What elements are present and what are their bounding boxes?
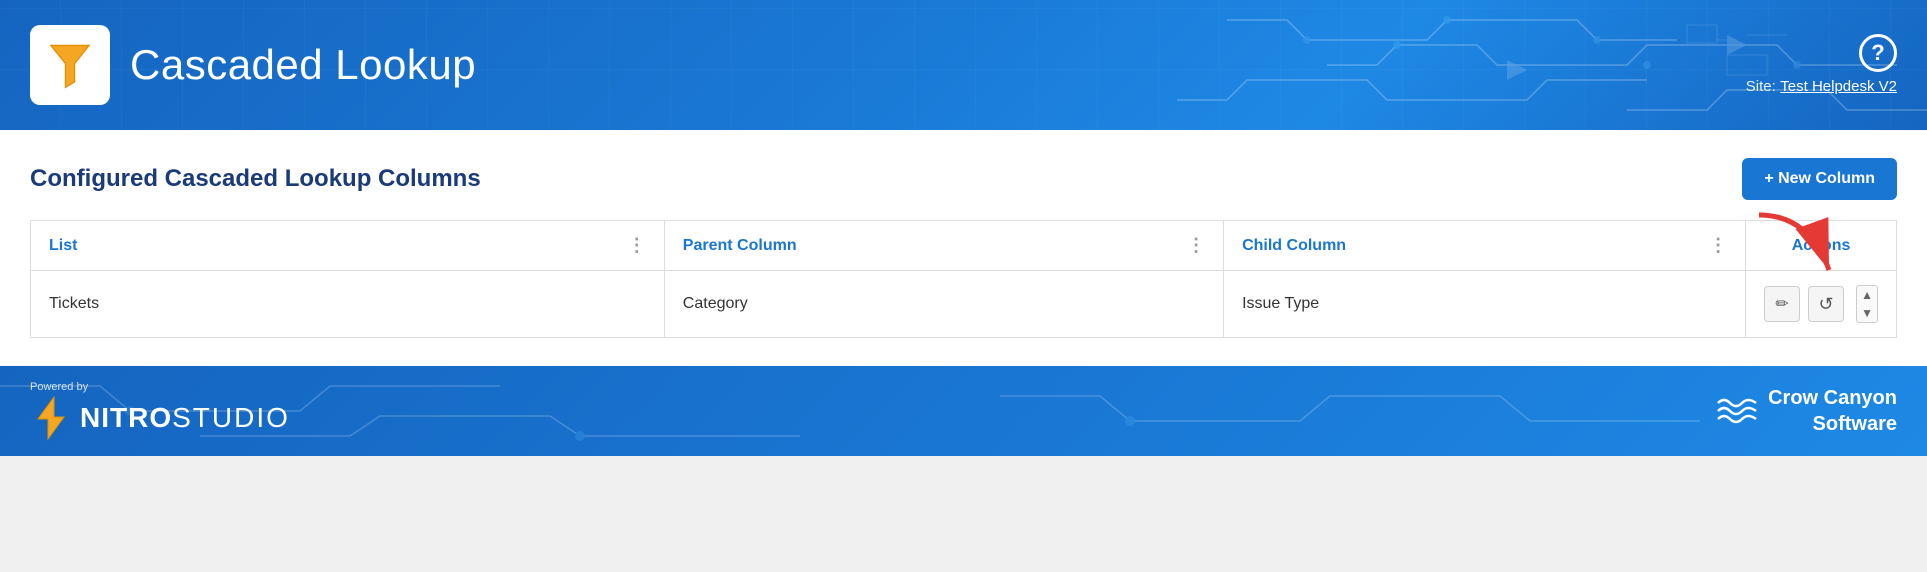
- edit-button[interactable]: ✏: [1764, 286, 1800, 322]
- table-header-row: List ⋮ Parent Column ⋮ Child Column: [31, 221, 1897, 271]
- cell-parent-column: Category: [664, 271, 1223, 338]
- section-title: Configured Cascaded Lookup Columns: [30, 165, 481, 193]
- list-col-menu[interactable]: ⋮: [620, 235, 646, 256]
- funnel-icon: [45, 40, 95, 90]
- crow-canyon-logo: Crow Canyon Software: [1716, 385, 1897, 437]
- cell-actions: ✏ ↺ ▲ ▼: [1746, 271, 1897, 338]
- table-wrapper: List ⋮ Parent Column ⋮ Child Column: [30, 220, 1897, 338]
- edit-icon: ✏: [1775, 294, 1788, 314]
- lookup-columns-table: List ⋮ Parent Column ⋮ Child Column: [30, 220, 1897, 338]
- powered-by-label: Powered by: [30, 381, 88, 394]
- nitro-studio-text: NITRO STUDIO: [80, 402, 290, 434]
- company-name: Crow Canyon Software: [1768, 385, 1897, 437]
- nitro-logo: Powered by NITRO STUDIO: [30, 381, 290, 440]
- wave-icon: [1716, 395, 1758, 427]
- table-row: Tickets Category Issue Type ✏ ↺ ▲: [31, 271, 1897, 338]
- header-right: ? Site: Test Helpdesk V2: [1746, 34, 1897, 96]
- site-link[interactable]: Test Helpdesk V2: [1780, 78, 1897, 95]
- main-content: Configured Cascaded Lookup Columns + New…: [0, 130, 1927, 366]
- cell-child-column: Issue Type: [1224, 271, 1746, 338]
- nitro-bolt-icon: [30, 395, 72, 441]
- site-info: Site: Test Helpdesk V2: [1746, 78, 1897, 96]
- page-title: Cascaded Lookup: [130, 41, 476, 89]
- refresh-button[interactable]: ↺: [1808, 286, 1844, 322]
- site-label: Site:: [1746, 78, 1776, 95]
- help-button[interactable]: ?: [1859, 34, 1897, 72]
- app-icon-box: [30, 25, 110, 105]
- new-column-button[interactable]: + New Column: [1742, 158, 1897, 200]
- scroll-down-button[interactable]: ▼: [1857, 304, 1877, 322]
- refresh-icon: ↺: [1819, 294, 1834, 315]
- scroll-up-button[interactable]: ▲: [1857, 286, 1877, 304]
- app-footer: Powered by NITRO STUDIO Crow Canyon So: [0, 366, 1927, 456]
- child-col-menu[interactable]: ⋮: [1701, 235, 1727, 256]
- cell-list: Tickets: [31, 271, 665, 338]
- app-header: Cascaded Lookup ? Site: Test Helpdesk V2: [0, 0, 1927, 130]
- col-header-actions: Actions: [1746, 221, 1897, 271]
- header-left: Cascaded Lookup: [30, 25, 476, 105]
- col-header-parent: Parent Column ⋮: [664, 221, 1223, 271]
- cc-wave-icon: [1716, 395, 1758, 427]
- parent-col-menu[interactable]: ⋮: [1179, 235, 1205, 256]
- section-header: Configured Cascaded Lookup Columns + New…: [30, 158, 1897, 200]
- col-header-child: Child Column ⋮: [1224, 221, 1746, 271]
- col-header-list: List ⋮: [31, 221, 665, 271]
